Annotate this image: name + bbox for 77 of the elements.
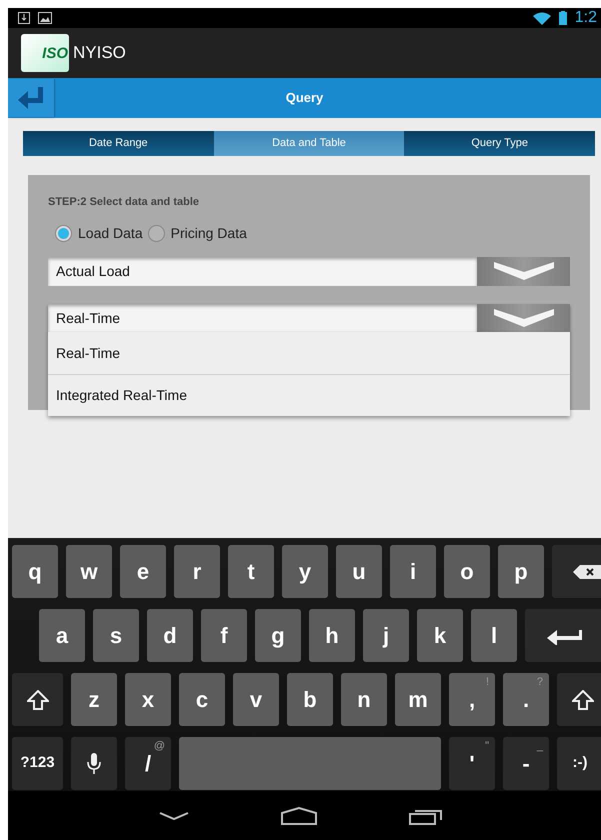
keyboard-key[interactable]: r	[174, 545, 220, 598]
shift-key[interactable]	[557, 673, 601, 726]
home-icon	[280, 806, 316, 824]
keyboard-key[interactable]: u	[336, 545, 382, 598]
image-icon	[38, 12, 52, 24]
dropdown-value: Real-Time	[48, 304, 477, 332]
key-hint: _	[536, 739, 543, 754]
return-arrow-icon	[18, 87, 44, 109]
dropdown-field[interactable]: Actual Load	[48, 256, 570, 286]
keyboard-key[interactable]: n	[341, 673, 387, 726]
key-hint: @	[154, 739, 165, 754]
keyboard-key[interactable]: q	[12, 545, 58, 598]
keyboard-key[interactable]: j	[363, 609, 409, 662]
keyboard-key[interactable]: f	[201, 609, 247, 662]
keyboard-key[interactable]: o	[444, 545, 490, 598]
wifi-icon	[532, 12, 551, 24]
shift-arrow-icon	[572, 690, 594, 710]
backspace-icon	[573, 564, 601, 578]
key-hint: "	[485, 739, 489, 754]
keyboard-key[interactable]: ?123	[12, 737, 63, 790]
keyboard-key[interactable]: ' "	[449, 737, 495, 790]
keyboard-key[interactable]: w	[66, 545, 112, 598]
radio-option[interactable]: Load Data	[55, 222, 143, 244]
keyboard-key[interactable]: i	[390, 545, 436, 598]
download-icon	[18, 12, 30, 24]
keyboard-key[interactable]: x	[125, 673, 171, 726]
header-title: Query	[284, 89, 324, 108]
mic-key[interactable]	[71, 737, 117, 790]
keyboard-key[interactable]: / @	[125, 737, 171, 790]
keyboard-key[interactable]: :-)	[557, 737, 601, 790]
step-title: STEP:2 Select data and table	[48, 195, 200, 210]
key-hint: ?	[536, 675, 543, 690]
keyboard-key[interactable]: p	[498, 545, 544, 598]
enter-key[interactable]	[525, 609, 601, 662]
tab[interactable]: Data and Table	[214, 131, 404, 156]
keyboard-key[interactable]: b	[287, 673, 333, 726]
keyboard-key[interactable]: k	[417, 609, 463, 662]
battery-icon	[558, 11, 567, 25]
home-nav-button[interactable]	[280, 806, 316, 824]
app-logo: ISO	[21, 34, 69, 72]
keyboard-key[interactable]: m	[395, 673, 441, 726]
backspace-key[interactable]	[552, 545, 601, 598]
keyboard-key[interactable]: z	[71, 673, 117, 726]
back-button[interactable]	[8, 79, 55, 117]
keyboard-key[interactable]: y	[282, 545, 328, 598]
dropdown-toggle[interactable]	[477, 256, 570, 286]
keyboard-key[interactable]: v	[233, 673, 279, 726]
keyboard-key[interactable]: h	[309, 609, 355, 662]
keyboard-key[interactable]: t	[228, 545, 274, 598]
dropdown-field[interactable]: Real-Time	[48, 304, 570, 332]
keyboard-key[interactable]: , !	[449, 673, 495, 726]
keyboard-key[interactable]: s	[93, 609, 139, 662]
status-time: 1:2	[574, 8, 597, 28]
dropdown-value: Actual Load	[48, 256, 477, 286]
dropdown-toggle[interactable]	[477, 304, 570, 332]
keyboard-key[interactable]: . ?	[503, 673, 549, 726]
shift-arrow-icon	[26, 690, 48, 710]
keyboard-key[interactable]: e	[120, 545, 166, 598]
keyboard-key[interactable]: l	[471, 609, 517, 662]
microphone-icon	[86, 752, 102, 774]
keyboard-key[interactable]: c	[179, 673, 225, 726]
tab[interactable]: Query Type	[404, 131, 596, 156]
dropdown-option[interactable]: Integrated Real-Time	[48, 374, 570, 416]
chevron-down-icon	[158, 810, 188, 820]
app-title: NYISO	[73, 42, 126, 64]
back-nav-button[interactable]	[158, 810, 188, 820]
chevron-down-icon	[494, 262, 554, 280]
keyboard-key[interactable]: a	[39, 609, 85, 662]
keyboard-key[interactable]: d	[147, 609, 193, 662]
chevron-down-icon	[494, 309, 554, 327]
keyboard-key[interactable]: - _	[503, 737, 549, 790]
radio-option[interactable]: Pricing Data	[148, 222, 247, 244]
shift-key[interactable]	[12, 673, 63, 726]
keyboard-key[interactable]: g	[255, 609, 301, 662]
key-hint: !	[486, 675, 489, 690]
tab[interactable]: Date Range	[23, 131, 214, 156]
dropdown-option[interactable]: Real-Time	[48, 332, 570, 374]
